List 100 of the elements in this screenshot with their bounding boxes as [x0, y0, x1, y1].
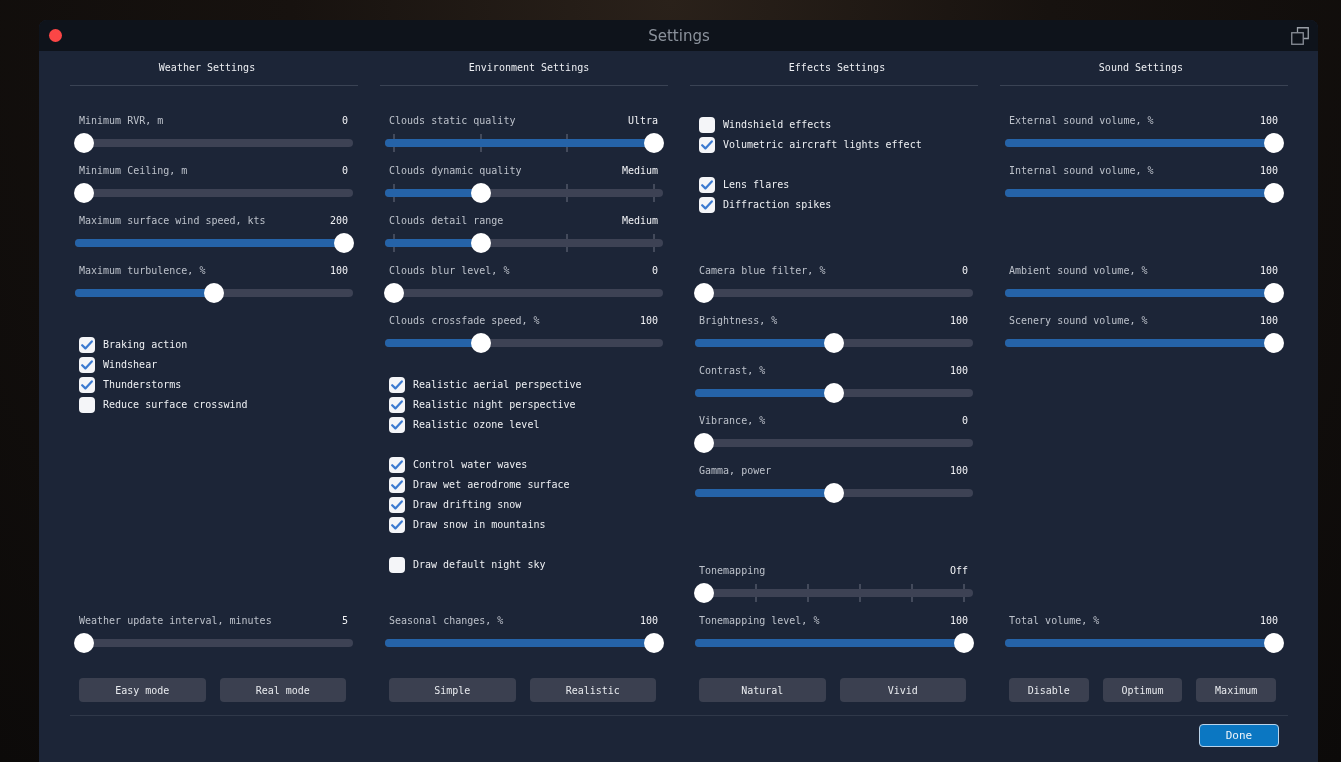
- checkmark-icon: [391, 380, 403, 390]
- checkbox[interactable]: [699, 117, 715, 133]
- checkbox[interactable]: [699, 177, 715, 193]
- preset-button[interactable]: Optimum: [1102, 678, 1183, 702]
- slider-track[interactable]: [74, 283, 354, 303]
- slider-track[interactable]: [384, 633, 664, 653]
- slider-thumb[interactable]: [1264, 133, 1284, 153]
- slider-thumb[interactable]: [470, 233, 491, 253]
- slider-thumb[interactable]: [1264, 183, 1284, 203]
- slider-track[interactable]: [694, 383, 974, 403]
- checkbox[interactable]: [699, 137, 715, 153]
- preset-button[interactable]: Disable: [1009, 678, 1089, 702]
- slider-value: 100: [1259, 614, 1278, 628]
- preset-button[interactable]: Natural: [699, 678, 826, 702]
- slider-label: Gamma, power: [699, 464, 772, 478]
- slider-label: Ambient sound volume, %: [1009, 264, 1148, 278]
- checkbox[interactable]: [79, 337, 95, 353]
- checkmark-icon: [81, 380, 93, 390]
- checkbox[interactable]: [389, 557, 405, 573]
- slider-value: 100: [949, 314, 968, 328]
- slider-value: 0: [341, 114, 348, 128]
- slider-track[interactable]: [694, 283, 974, 303]
- slider-track[interactable]: [1004, 183, 1284, 203]
- slider-value: Medium: [621, 214, 658, 228]
- checkbox[interactable]: [79, 377, 95, 393]
- slider-track[interactable]: [694, 633, 974, 653]
- slider-value: 100: [949, 464, 968, 478]
- slider-thumb[interactable]: [1264, 283, 1284, 303]
- slider-label: Seasonal changes, %: [389, 614, 504, 628]
- checkmark-icon: [701, 180, 713, 190]
- preset-button[interactable]: Easy mode: [79, 678, 206, 702]
- checkbox[interactable]: [79, 357, 95, 373]
- slider-thumb[interactable]: [334, 233, 354, 253]
- slider-track[interactable]: [694, 583, 974, 603]
- done-button[interactable]: Done: [1199, 724, 1279, 747]
- slider-thumb[interactable]: [74, 183, 94, 203]
- slider-thumb[interactable]: [824, 333, 844, 353]
- slider-thumb[interactable]: [384, 283, 404, 303]
- slider-thumb[interactable]: [824, 383, 844, 403]
- slider-thumb[interactable]: [954, 633, 974, 653]
- slider-label: Maximum turbulence, %: [79, 264, 206, 278]
- slider-track[interactable]: [694, 333, 974, 353]
- checkbox[interactable]: [389, 457, 405, 473]
- slider-thumb[interactable]: [74, 133, 94, 153]
- checkbox[interactable]: [389, 497, 405, 513]
- slider-track[interactable]: [384, 333, 664, 353]
- slider-track[interactable]: [694, 483, 974, 503]
- checkbox[interactable]: [389, 477, 405, 493]
- slider-track[interactable]: [74, 633, 354, 653]
- slider-track[interactable]: [1004, 633, 1284, 653]
- slider-thumb[interactable]: [1264, 333, 1284, 353]
- slider-thumb[interactable]: [644, 133, 664, 153]
- checkbox-label: Realistic ozone level: [413, 418, 540, 432]
- slider-label: Tonemapping: [699, 564, 766, 578]
- preset-button[interactable]: Simple: [389, 678, 516, 702]
- checkbox-label: Windshear: [103, 358, 158, 372]
- checkbox-label: Thunderstorms: [103, 378, 182, 392]
- slider-thumb[interactable]: [204, 283, 224, 303]
- checkbox[interactable]: [79, 397, 95, 413]
- slider-track[interactable]: [384, 183, 664, 203]
- slider-thumb[interactable]: [694, 583, 714, 603]
- slider-value: 5: [341, 614, 348, 628]
- slider-thumb[interactable]: [470, 333, 491, 353]
- checkbox[interactable]: [389, 417, 405, 433]
- slider-track[interactable]: [74, 183, 354, 203]
- preset-button[interactable]: Realistic: [529, 678, 656, 702]
- checkbox[interactable]: [389, 377, 405, 393]
- close-icon[interactable]: [49, 29, 62, 42]
- slider-track[interactable]: [1004, 283, 1284, 303]
- slider-thumb[interactable]: [470, 183, 491, 203]
- slider-track[interactable]: [384, 133, 664, 153]
- slider-track[interactable]: [384, 283, 664, 303]
- slider-thumb[interactable]: [644, 633, 664, 653]
- checkbox[interactable]: [389, 517, 405, 533]
- slider-track[interactable]: [74, 133, 354, 153]
- slider-thumb[interactable]: [824, 483, 844, 503]
- checkmark-icon: [701, 140, 713, 150]
- slider-thumb[interactable]: [694, 433, 714, 453]
- slider-label: Total volume, %: [1009, 614, 1100, 628]
- preset-button[interactable]: Vivid: [839, 678, 966, 702]
- checkbox[interactable]: [699, 197, 715, 213]
- slider-value: 100: [949, 364, 968, 378]
- preset-button[interactable]: Maximum: [1196, 678, 1276, 702]
- slider-track[interactable]: [694, 433, 974, 453]
- slider-track[interactable]: [1004, 133, 1284, 153]
- slider-track[interactable]: [1004, 333, 1284, 353]
- slider-track[interactable]: [384, 233, 664, 253]
- overlapping-squares-icon[interactable]: [1291, 26, 1309, 45]
- window-title: Settings: [648, 25, 710, 46]
- slider-thumb[interactable]: [1264, 633, 1284, 653]
- slider-value: 100: [639, 314, 658, 328]
- slider-track[interactable]: [74, 233, 354, 253]
- checkbox-label: Realistic aerial perspective: [413, 378, 582, 392]
- slider-thumb[interactable]: [694, 283, 714, 303]
- preset-button[interactable]: Real mode: [219, 678, 346, 702]
- checkbox[interactable]: [389, 397, 405, 413]
- slider-value: 100: [329, 264, 348, 278]
- slider-thumb[interactable]: [74, 633, 94, 653]
- checkbox-label: Realistic night perspective: [413, 398, 576, 412]
- slider-label: Clouds detail range: [389, 214, 504, 228]
